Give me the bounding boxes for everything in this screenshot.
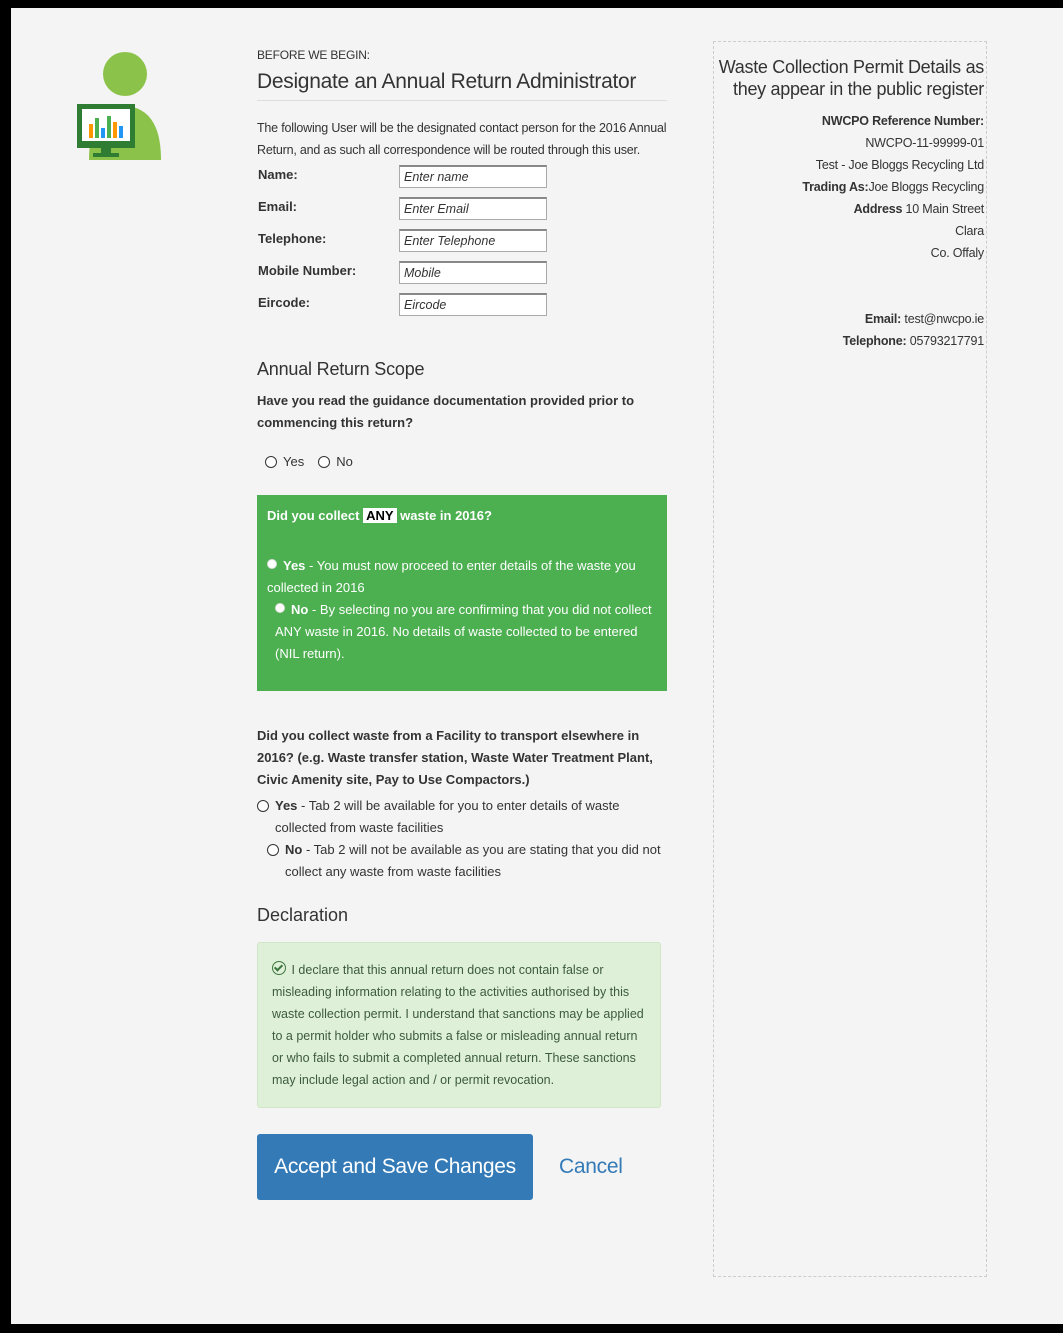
name-row: Name: [257,165,667,197]
page-title: Designate an Annual Return Administrator [257,70,667,101]
email-label-side: Email: [864,312,902,326]
eircode-input[interactable] [399,293,547,316]
eircode-label: Eircode: [258,295,311,310]
cancel-link[interactable]: Cancel [559,1155,623,1179]
collect-yes-option[interactable]: Yes - You must now proceed to enter deta… [267,555,657,599]
declaration-heading: Declaration [257,905,349,925]
guidance-yes-radio[interactable] [265,455,277,468]
collect-q-suffix: waste in 2016? [400,508,492,523]
collect-q-highlight: ANY [363,508,397,523]
email-value: test@nwcpo.ie [904,312,984,326]
telephone-label: Telephone: [258,231,327,246]
guidance-radio-group: Yes No [257,454,667,469]
name-input[interactable] [399,165,547,188]
scope-heading: Annual Return Scope [257,359,425,379]
facility-no-text: - Tab 2 will not be available as you are… [285,842,661,879]
main-form: BEFORE WE BEGIN: Designate an Annual Ret… [257,48,667,1200]
facility-yes-radio[interactable] [257,800,269,812]
address-label: Address [853,202,903,216]
collect-yes-radio[interactable] [267,559,277,569]
phone-label-side: Telephone: [842,334,907,348]
facility-yes-bold: Yes [275,798,298,813]
intro-text: The following User will be the designate… [257,121,667,157]
collect-no-option[interactable]: No - By selecting no you are confirming … [275,599,657,665]
user-chart-icon [77,52,161,160]
collect-yes-text: - You must now proceed to enter details … [267,558,636,595]
mobile-input[interactable] [399,261,547,284]
email-label: Email: [258,199,298,214]
admin-fields: Name: Email: Telephone: Mobile Number: E… [257,165,667,325]
facility-question: Did you collect waste from a Facility to… [257,728,653,787]
permit-details-panel: Waste Collection Permit Details as they … [713,41,987,1277]
telephone-row: Telephone: [257,229,667,261]
address-line2: Clara [955,224,984,238]
guidance-question: Have you read the guidance documentation… [257,393,635,430]
collect-no-radio[interactable] [275,603,285,613]
declaration-box[interactable]: I declare that this annual return does n… [257,942,661,1108]
collect-no-bold: No [291,602,309,617]
facility-yes-option[interactable]: Yes - Tab 2 will be available for you to… [257,795,667,839]
declaration-text: I declare that this annual return does n… [272,963,644,1087]
facility-no-bold: No [285,842,303,857]
collect-yes-bold: Yes [283,558,306,573]
trading-value: Joe Bloggs Recycling [868,180,984,194]
guidance-no-label: No [336,454,353,469]
ref-value: NWCPO-11-99999-01 [865,136,984,150]
facility-no-option[interactable]: No - Tab 2 will not be available as you … [257,839,667,883]
telephone-input[interactable] [399,229,547,252]
facility-no-radio[interactable] [267,844,279,856]
accept-save-button[interactable]: Accept and Save Changes [257,1134,533,1200]
trading-label: Trading As: [802,180,869,194]
collect-any-question: Did you collect ANY waste in 2016? [267,505,492,527]
eircode-row: Eircode: [257,293,667,325]
mobile-label: Mobile Number: [258,263,357,278]
collect-q-prefix: Did you collect [267,508,360,523]
permit-holder: Test - Joe Bloggs Recycling Ltd [815,158,984,172]
email-input[interactable] [399,197,547,220]
guidance-no-radio[interactable] [318,455,331,468]
form-actions: Accept and Save Changes Cancel [257,1134,667,1200]
page-frame: BEFORE WE BEGIN: Designate an Annual Ret… [11,8,1063,1324]
mobile-row: Mobile Number: [257,261,667,293]
email-row: Email: [257,197,667,229]
guidance-yes-label: Yes [283,454,305,469]
collect-no-text: - By selecting no you are confirming tha… [275,602,652,661]
phone-value: 05793217791 [909,334,984,348]
kicker: BEFORE WE BEGIN: [257,48,370,62]
permit-details: NWCPO Reference Number: NWCPO-11-99999-0… [714,110,984,352]
address-line3: Co. Offaly [930,246,985,260]
check-circle-icon[interactable] [272,961,286,975]
address-line1: 10 Main Street [905,202,985,216]
name-label: Name: [258,167,298,182]
facility-yes-text: - Tab 2 will be available for you to ent… [275,798,620,835]
permit-panel-title: Waste Collection Permit Details as they … [718,57,985,99]
collect-any-panel: Did you collect ANY waste in 2016? Yes -… [257,495,667,691]
ref-label: NWCPO Reference Number: [821,114,984,128]
